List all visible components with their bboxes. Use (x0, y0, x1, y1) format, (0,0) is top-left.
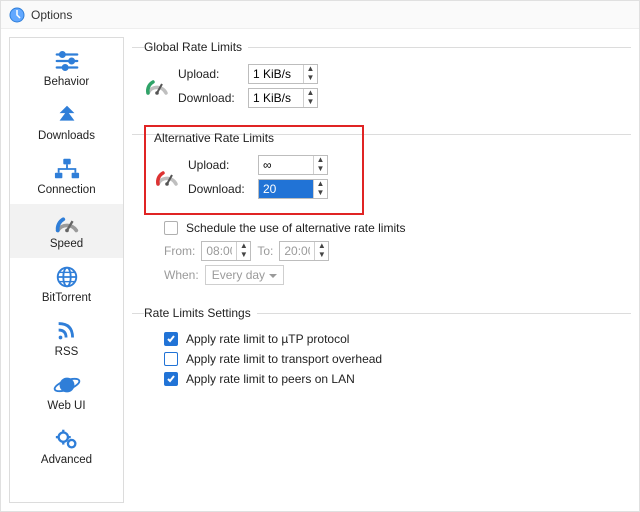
speed-icon (52, 210, 82, 236)
download-icon (52, 102, 82, 128)
checkbox-utp-label: Apply rate limit to µTP protocol (186, 332, 349, 346)
globe-icon (52, 264, 82, 290)
sidebar-item-speed[interactable]: Speed (10, 204, 123, 258)
sidebar-item-label: Behavior (44, 76, 89, 88)
gears-icon (52, 426, 82, 452)
global-download-label: Download: (178, 91, 248, 105)
checkbox-lan-label: Apply rate limit to peers on LAN (186, 372, 355, 386)
alt-upload-label: Upload: (188, 158, 258, 172)
alt-download-label: Download: (188, 182, 258, 196)
when-label: When: (164, 268, 199, 282)
sidebar-item-bittorrent[interactable]: BitTorrent (10, 258, 123, 312)
checkbox-overhead[interactable]: Apply rate limit to transport overhead (164, 352, 627, 366)
sidebar-item-webui[interactable]: Web UI (10, 366, 123, 420)
spinner-down[interactable]: ▼ (314, 165, 327, 174)
window-title: Options (31, 8, 72, 22)
when-select[interactable]: Every day (205, 265, 284, 285)
checkbox-utp[interactable]: Apply rate limit to µTP protocol (164, 332, 627, 346)
group-title-settings: Rate Limits Settings (144, 306, 257, 320)
alt-download-input[interactable]: ▲▼ (258, 179, 328, 199)
to-label: To: (257, 244, 273, 258)
schedule-label: Schedule the use of alternative rate lim… (186, 221, 405, 235)
checkbox-lan[interactable]: Apply rate limit to peers on LAN (164, 372, 627, 386)
app-icon (9, 7, 25, 23)
sidebar-item-downloads[interactable]: Downloads (10, 96, 123, 150)
sliders-icon (52, 48, 82, 74)
planet-icon (52, 372, 82, 398)
sidebar: Behavior Downloads Connection Speed BitT… (9, 37, 124, 503)
gauge-global-icon (144, 73, 170, 99)
global-upload-label: Upload: (178, 67, 248, 81)
group-title-alt: Alternative Rate Limits (154, 131, 274, 145)
from-input[interactable]: ▲▼ (201, 241, 251, 261)
rss-icon (52, 318, 82, 344)
sidebar-item-label: Speed (50, 238, 83, 250)
checkbox-overhead-label: Apply rate limit to transport overhead (186, 352, 382, 366)
to-input[interactable]: ▲▼ (279, 241, 329, 261)
from-label: From: (164, 244, 195, 258)
spinner-down[interactable]: ▼ (314, 189, 327, 198)
sidebar-item-behavior[interactable]: Behavior (10, 42, 123, 96)
sidebar-item-advanced[interactable]: Advanced (10, 420, 123, 474)
window-titlebar: Options (1, 1, 639, 29)
spinner-down[interactable]: ▼ (315, 251, 328, 260)
network-icon (52, 156, 82, 182)
settings-panel: Global Rate Limits Upload: ▲▼ (130, 29, 639, 511)
alt-upload-input[interactable]: ▲▼ (258, 155, 328, 175)
global-download-input[interactable]: ▲▼ (248, 88, 318, 108)
sidebar-item-connection[interactable]: Connection (10, 150, 123, 204)
schedule-checkbox[interactable]: Schedule the use of alternative rate lim… (164, 221, 627, 235)
sidebar-item-label: RSS (55, 346, 79, 358)
gauge-alt-icon (154, 164, 180, 190)
sidebar-item-label: Connection (37, 184, 95, 196)
sidebar-item-label: Downloads (38, 130, 95, 142)
sidebar-item-label: Web UI (47, 400, 85, 412)
sidebar-item-label: BitTorrent (42, 292, 91, 304)
global-upload-input[interactable]: ▲▼ (248, 64, 318, 84)
spinner-down[interactable]: ▼ (237, 251, 250, 260)
group-title-global: Global Rate Limits (144, 40, 248, 54)
spinner-down[interactable]: ▼ (304, 98, 317, 107)
spinner-down[interactable]: ▼ (304, 74, 317, 83)
sidebar-item-label: Advanced (41, 454, 92, 466)
sidebar-item-rss[interactable]: RSS (10, 312, 123, 366)
